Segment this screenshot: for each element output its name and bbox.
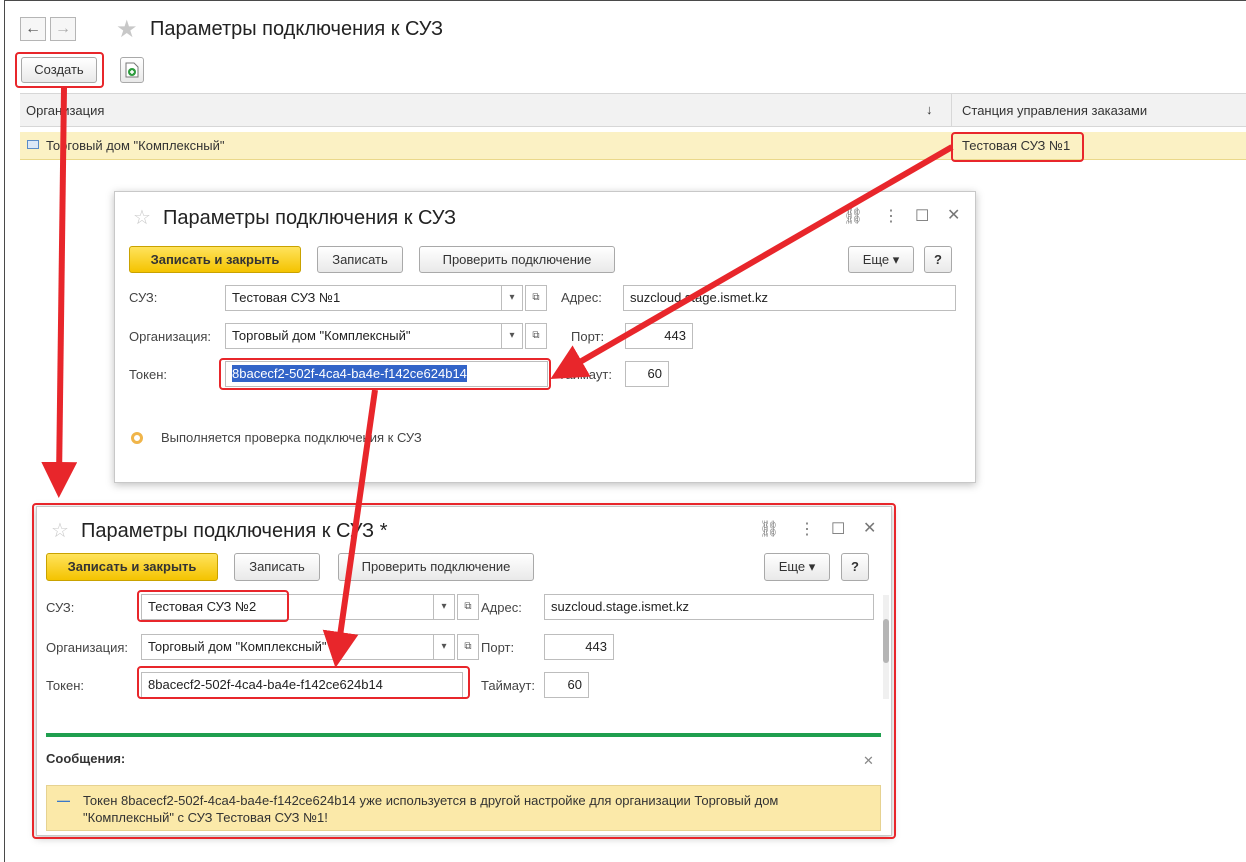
arrow-station-to-token <box>550 144 954 380</box>
arrow-create-to-dialog <box>41 87 78 498</box>
annotation-arrows <box>41 87 954 668</box>
arrow-token-to-token <box>322 389 378 668</box>
